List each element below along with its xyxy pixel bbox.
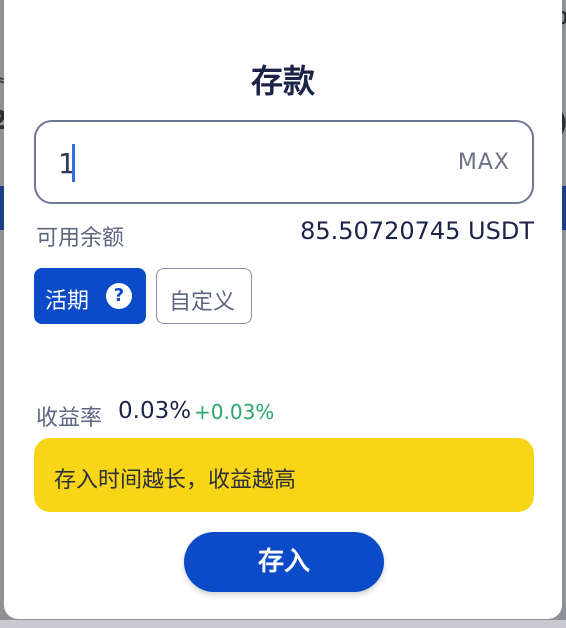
amount-input[interactable]: 1 MAX bbox=[34, 120, 534, 204]
question-circle-icon[interactable]: ? bbox=[106, 283, 132, 309]
available-balance-label: 可用余额 bbox=[36, 226, 125, 251]
tip-banner: 存入时间越长，收益越高 bbox=[34, 438, 534, 512]
yield-rate-delta: +0.03% bbox=[194, 400, 275, 424]
term-custom-button[interactable]: 自定义 bbox=[156, 268, 252, 324]
background-footer bbox=[0, 620, 566, 628]
term-custom-label: 自定义 bbox=[169, 290, 236, 315]
text-cursor bbox=[72, 144, 75, 182]
yield-rate-label: 收益率 bbox=[36, 406, 103, 431]
yield-rate-value: 0.03% bbox=[118, 398, 192, 424]
modal-title: 存款 bbox=[250, 62, 315, 100]
deposit-modal: 存款 1 MAX 可用余额 85.50720745 USDT 活期 ? 自定义 … bbox=[4, 0, 562, 619]
tip-text: 存入时间越长，收益越高 bbox=[54, 468, 297, 493]
available-balance-value: 85.50720745 USDT bbox=[300, 217, 534, 245]
term-flexible-button[interactable]: 活期 ? bbox=[34, 268, 146, 324]
max-button[interactable]: MAX bbox=[458, 150, 510, 175]
deposit-submit-button[interactable]: 存入 bbox=[184, 532, 384, 592]
term-flexible-label: 活期 bbox=[45, 289, 90, 314]
